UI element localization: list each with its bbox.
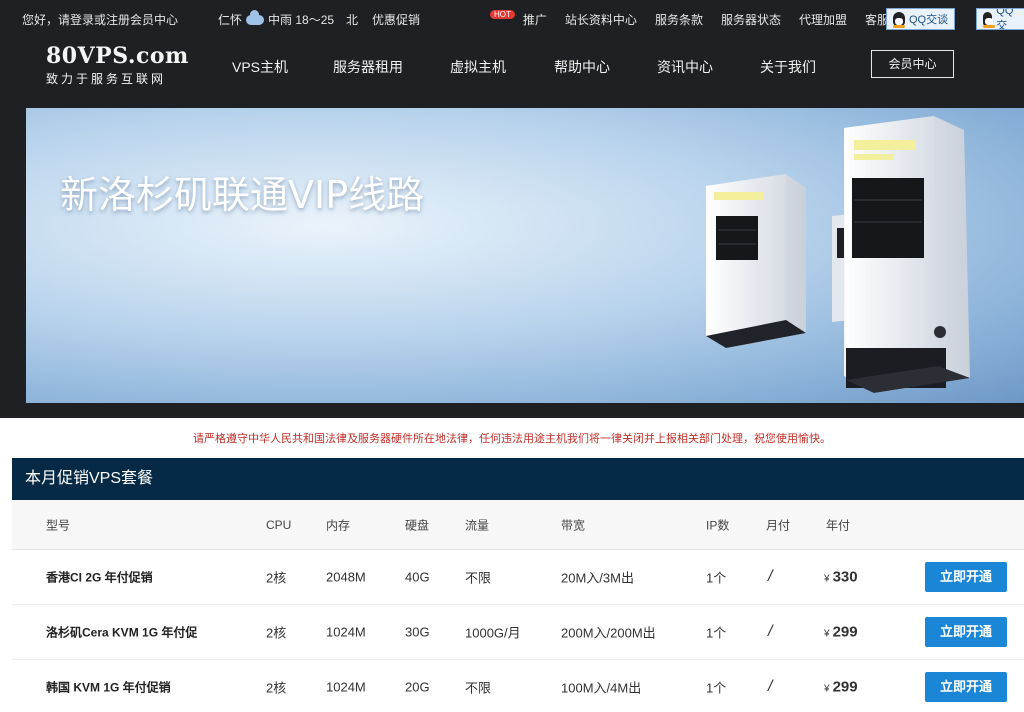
cell-monthly: / [768,568,773,585]
col-model: 型号 [46,518,71,532]
cell-cpu: 2核 [266,625,287,641]
top-link-webmaster[interactable]: 站长资料中心 [565,11,637,28]
menu-item-about[interactable]: 关于我们 [760,57,816,77]
cell-model: 香港CI 2G 年付促销 [46,570,153,585]
col-ip: IP数 [706,518,730,532]
qq-chat-button-2-label: QQ交 [996,8,1014,30]
top-link-promo[interactable]: 优惠促销 HOT [372,10,515,28]
cell-ram: 1024M [326,624,366,640]
cell-disk: 40G [405,569,430,585]
banner-area: 新洛杉矶联通VIP线路 [0,100,1024,418]
cell-yearly: ¥299 [824,624,858,641]
cell-model: 韩国 KVM 1G 年付促销 [46,680,171,695]
hot-badge: HOT [490,10,515,19]
col-bandwidth: 带宽 [561,518,586,532]
currency-symbol: ¥ [824,628,830,640]
top-link-terms[interactable]: 服务条款 [655,11,703,28]
weather-widget: 仁怀 中雨 18～25 北 [218,9,359,28]
weather-text: 中雨 18～25 [268,13,335,27]
menu-item-server-rental[interactable]: 服务器租用 [333,57,450,77]
weather-more: 北 [346,13,359,27]
yearly-price: 330 [832,568,858,586]
buy-now-button[interactable]: 立即开通 [925,562,1007,592]
top-utility-bar: 您好，请登录或注册会员中心 仁怀 中雨 18～25 北 优惠促销 HOT 推广 站… [0,0,1024,36]
table-row: 香港CI 2G 年付促销 2核 2048M 40G 不限 20M入/3M出 1个… [12,550,1024,605]
top-link-server-status[interactable]: 服务器状态 [721,11,781,28]
cell-ip: 1个 [706,570,727,586]
cell-yearly: ¥299 [824,679,858,696]
main-menu: VPS主机 服务器租用 虚拟主机 帮助中心 资讯中心 关于我们 [232,57,816,77]
logo-slogan: 致力于服务互联网 [46,72,167,86]
yearly-price: 299 [832,623,858,641]
cell-yearly: ¥330 [824,569,858,586]
cell-ip: 1个 [706,680,727,696]
table-header: 型号 CPU 内存 硬盘 流量 带宽 IP数 月付 年付 [12,500,1024,550]
cloud-icon [246,9,265,25]
cell-disk: 30G [405,624,430,640]
col-yearly: 年付 [826,518,851,532]
main-navbar: 80VPS.com 致力于服务互联网 VPS主机 服务器租用 虚拟主机 帮助中心… [0,36,1024,100]
top-links: 优惠促销HOT 推广 站长资料中心 服务条款 服务器状态 代理加盟 客服QQ [372,10,926,28]
cell-cpu: 2核 [266,570,287,586]
qq-penguin-icon [893,12,905,28]
top-link-referral[interactable]: 推广 [523,11,547,28]
cell-model: 洛杉矶Cera KVM 1G 年付促 [46,625,198,640]
cell-cpu: 2核 [266,680,287,696]
menu-item-help[interactable]: 帮助中心 [554,57,657,77]
cell-traffic: 不限 [465,570,492,586]
table-row: 韩国 KVM 1G 年付促销 2核 1024M 20G 不限 100M入/4M出… [12,660,1024,712]
cell-monthly: / [768,678,773,695]
yearly-price: 299 [832,678,858,696]
menu-item-vps[interactable]: VPS主机 [232,57,333,77]
login-greeting-link[interactable]: 您好，请登录或注册会员中心 [22,11,178,28]
cell-bandwidth: 200M入/200M出 [561,625,656,641]
qq-chat-button-1-label: QQ交谈 [909,14,949,26]
top-link-promo-label: 优惠促销 [372,13,421,27]
cell-bandwidth: 20M入/3M出 [561,570,634,586]
legal-notice: 请严格遵守中华人民共和国法律及服务器硬件所在地法律，任何违法用途主机我们将一律关… [193,433,831,445]
col-traffic: 流量 [465,518,490,532]
weather-city: 仁怀 [218,13,243,27]
buy-now-button[interactable]: 立即开通 [925,672,1007,702]
member-center-button[interactable]: 会员中心 [871,50,954,78]
cell-ip: 1个 [706,625,727,641]
server-illustration [706,116,970,393]
col-monthly: 月付 [766,518,791,532]
top-link-agent[interactable]: 代理加盟 [799,11,847,28]
menu-item-virtual-host[interactable]: 虚拟主机 [450,57,554,77]
package-panel-title: 本月促销VPS套餐 [12,458,1024,500]
cell-ram: 2048M [326,569,366,585]
site-logo[interactable]: 80VPS.com 致力于服务互联网 [46,43,189,87]
logo-text: 80VPS.com [46,43,189,69]
col-ram: 内存 [326,518,351,532]
table-row: 洛杉矶Cera KVM 1G 年付促 2核 1024M 30G 1000G/月 … [12,605,1024,660]
buy-now-button[interactable]: 立即开通 [925,617,1007,647]
currency-symbol: ¥ [824,573,830,585]
currency-symbol: ¥ [824,683,830,695]
cell-bandwidth: 100M入/4M出 [561,680,642,696]
cell-disk: 20G [405,679,430,695]
vps-package-panel: 本月促销VPS套餐 型号 CPU 内存 硬盘 流量 带宽 IP数 月付 年付 香… [12,458,1024,712]
cell-traffic: 不限 [465,680,492,696]
cell-traffic: 1000G/月 [465,625,521,641]
qq-penguin-icon [983,12,996,28]
col-cpu: CPU [266,517,292,532]
cell-monthly: / [768,623,773,640]
promo-banner[interactable]: 新洛杉矶联通VIP线路 [26,108,1024,403]
qq-chat-button-1[interactable]: QQ交谈 [886,8,956,30]
menu-item-news[interactable]: 资讯中心 [657,57,760,77]
qq-chat-button-2[interactable]: QQ交 [976,8,1024,30]
banner-title: 新洛杉矶联通VIP线路 [60,173,425,217]
col-disk: 硬盘 [405,518,430,532]
cell-ram: 1024M [326,679,366,695]
